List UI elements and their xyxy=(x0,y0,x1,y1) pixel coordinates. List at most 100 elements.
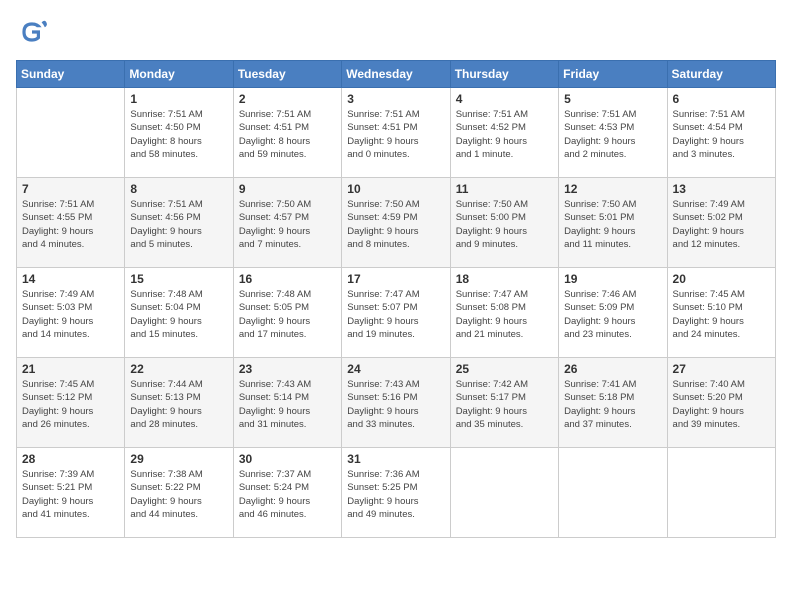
day-number: 2 xyxy=(239,92,336,106)
day-number: 28 xyxy=(22,452,119,466)
day-number: 3 xyxy=(347,92,444,106)
day-number: 20 xyxy=(673,272,770,286)
day-info: Sunrise: 7:51 AM Sunset: 4:52 PM Dayligh… xyxy=(456,108,553,161)
day-number: 24 xyxy=(347,362,444,376)
day-info: Sunrise: 7:38 AM Sunset: 5:22 PM Dayligh… xyxy=(130,468,227,521)
calendar-cell: 18 Sunrise: 7:47 AM Sunset: 5:08 PM Dayli… xyxy=(450,268,558,358)
day-info: Sunrise: 7:45 AM Sunset: 5:12 PM Dayligh… xyxy=(22,378,119,431)
calendar-cell: 24 Sunrise: 7:43 AM Sunset: 5:16 PM Dayli… xyxy=(342,358,450,448)
calendar-cell: 19 Sunrise: 7:46 AM Sunset: 5:09 PM Dayli… xyxy=(559,268,667,358)
week-row-1: 7 Sunrise: 7:51 AM Sunset: 4:55 PM Daylig… xyxy=(17,178,776,268)
day-info: Sunrise: 7:47 AM Sunset: 5:07 PM Dayligh… xyxy=(347,288,444,341)
day-info: Sunrise: 7:37 AM Sunset: 5:24 PM Dayligh… xyxy=(239,468,336,521)
day-info: Sunrise: 7:51 AM Sunset: 4:56 PM Dayligh… xyxy=(130,198,227,251)
calendar-cell: 16 Sunrise: 7:48 AM Sunset: 5:05 PM Dayli… xyxy=(233,268,341,358)
day-info: Sunrise: 7:46 AM Sunset: 5:09 PM Dayligh… xyxy=(564,288,661,341)
calendar-cell: 9 Sunrise: 7:50 AM Sunset: 4:57 PM Daylig… xyxy=(233,178,341,268)
day-number: 30 xyxy=(239,452,336,466)
day-info: Sunrise: 7:50 AM Sunset: 4:59 PM Dayligh… xyxy=(347,198,444,251)
day-info: Sunrise: 7:50 AM Sunset: 4:57 PM Dayligh… xyxy=(239,198,336,251)
day-number: 10 xyxy=(347,182,444,196)
day-info: Sunrise: 7:51 AM Sunset: 4:51 PM Dayligh… xyxy=(347,108,444,161)
day-info: Sunrise: 7:39 AM Sunset: 5:21 PM Dayligh… xyxy=(22,468,119,521)
day-number: 16 xyxy=(239,272,336,286)
day-number: 19 xyxy=(564,272,661,286)
day-number: 1 xyxy=(130,92,227,106)
header-wednesday: Wednesday xyxy=(342,61,450,88)
header-tuesday: Tuesday xyxy=(233,61,341,88)
calendar-cell: 11Sunrise: 7:50 AM Sunset: 5:00 PM Dayli… xyxy=(450,178,558,268)
calendar-cell: 14 Sunrise: 7:49 AM Sunset: 5:03 PM Dayli… xyxy=(17,268,125,358)
day-number: 9 xyxy=(239,182,336,196)
calendar-cell: 7 Sunrise: 7:51 AM Sunset: 4:55 PM Daylig… xyxy=(17,178,125,268)
day-info: Sunrise: 7:51 AM Sunset: 4:55 PM Dayligh… xyxy=(22,198,119,251)
calendar-cell: 20Sunrise: 7:45 AM Sunset: 5:10 PM Dayli… xyxy=(667,268,775,358)
day-number: 26 xyxy=(564,362,661,376)
calendar-table: SundayMondayTuesdayWednesdayThursdayFrid… xyxy=(16,60,776,538)
day-info: Sunrise: 7:41 AM Sunset: 5:18 PM Dayligh… xyxy=(564,378,661,431)
day-info: Sunrise: 7:43 AM Sunset: 5:16 PM Dayligh… xyxy=(347,378,444,431)
day-number: 14 xyxy=(22,272,119,286)
day-number: 6 xyxy=(673,92,770,106)
day-info: Sunrise: 7:51 AM Sunset: 4:51 PM Dayligh… xyxy=(239,108,336,161)
calendar-cell: 8 Sunrise: 7:51 AM Sunset: 4:56 PM Daylig… xyxy=(125,178,233,268)
calendar-cell: 3 Sunrise: 7:51 AM Sunset: 4:51 PM Daylig… xyxy=(342,88,450,178)
day-number: 15 xyxy=(130,272,227,286)
day-info: Sunrise: 7:47 AM Sunset: 5:08 PM Dayligh… xyxy=(456,288,553,341)
calendar-cell xyxy=(559,448,667,538)
header-sunday: Sunday xyxy=(17,61,125,88)
day-number: 23 xyxy=(239,362,336,376)
header-row: SundayMondayTuesdayWednesdayThursdayFrid… xyxy=(17,61,776,88)
day-info: Sunrise: 7:50 AM Sunset: 5:00 PM Dayligh… xyxy=(456,198,553,251)
calendar-cell xyxy=(17,88,125,178)
day-info: Sunrise: 7:40 AM Sunset: 5:20 PM Dayligh… xyxy=(673,378,770,431)
day-info: Sunrise: 7:49 AM Sunset: 5:03 PM Dayligh… xyxy=(22,288,119,341)
day-number: 29 xyxy=(130,452,227,466)
calendar-cell: 2 Sunrise: 7:51 AM Sunset: 4:51 PM Daylig… xyxy=(233,88,341,178)
logo-icon xyxy=(16,16,48,48)
day-number: 7 xyxy=(22,182,119,196)
calendar-cell: 28 Sunrise: 7:39 AM Sunset: 5:21 PM Dayli… xyxy=(17,448,125,538)
calendar-cell: 27 Sunrise: 7:40 AM Sunset: 5:20 PM Dayli… xyxy=(667,358,775,448)
week-row-3: 21 Sunrise: 7:45 AM Sunset: 5:12 PM Dayli… xyxy=(17,358,776,448)
calendar-cell: 23Sunrise: 7:43 AM Sunset: 5:14 PM Dayli… xyxy=(233,358,341,448)
calendar-cell xyxy=(667,448,775,538)
day-info: Sunrise: 7:48 AM Sunset: 5:05 PM Dayligh… xyxy=(239,288,336,341)
day-info: Sunrise: 7:36 AM Sunset: 5:25 PM Dayligh… xyxy=(347,468,444,521)
calendar-cell: 21 Sunrise: 7:45 AM Sunset: 5:12 PM Dayli… xyxy=(17,358,125,448)
day-number: 5 xyxy=(564,92,661,106)
day-number: 17 xyxy=(347,272,444,286)
day-number: 18 xyxy=(456,272,553,286)
week-row-0: 1Sunrise: 7:51 AM Sunset: 4:50 PM Daylig… xyxy=(17,88,776,178)
logo xyxy=(16,16,52,48)
calendar-cell: 15 Sunrise: 7:48 AM Sunset: 5:04 PM Dayli… xyxy=(125,268,233,358)
calendar-cell: 26 Sunrise: 7:41 AM Sunset: 5:18 PM Dayli… xyxy=(559,358,667,448)
calendar-cell: 31Sunrise: 7:36 AM Sunset: 5:25 PM Dayli… xyxy=(342,448,450,538)
calendar-cell: 5Sunrise: 7:51 AM Sunset: 4:53 PM Daylig… xyxy=(559,88,667,178)
calendar-cell: 29 Sunrise: 7:38 AM Sunset: 5:22 PM Dayli… xyxy=(125,448,233,538)
day-info: Sunrise: 7:49 AM Sunset: 5:02 PM Dayligh… xyxy=(673,198,770,251)
header-friday: Friday xyxy=(559,61,667,88)
calendar-cell xyxy=(450,448,558,538)
calendar-cell: 25Sunrise: 7:42 AM Sunset: 5:17 PM Dayli… xyxy=(450,358,558,448)
calendar-cell: 30 Sunrise: 7:37 AM Sunset: 5:24 PM Dayli… xyxy=(233,448,341,538)
calendar-cell: 6Sunrise: 7:51 AM Sunset: 4:54 PM Daylig… xyxy=(667,88,775,178)
calendar-cell: 22Sunrise: 7:44 AM Sunset: 5:13 PM Dayli… xyxy=(125,358,233,448)
calendar-cell: 4 Sunrise: 7:51 AM Sunset: 4:52 PM Daylig… xyxy=(450,88,558,178)
day-number: 8 xyxy=(130,182,227,196)
day-number: 12 xyxy=(564,182,661,196)
page-header xyxy=(16,16,776,48)
week-row-4: 28 Sunrise: 7:39 AM Sunset: 5:21 PM Dayli… xyxy=(17,448,776,538)
calendar-cell: 12 Sunrise: 7:50 AM Sunset: 5:01 PM Dayli… xyxy=(559,178,667,268)
header-thursday: Thursday xyxy=(450,61,558,88)
day-number: 22 xyxy=(130,362,227,376)
header-saturday: Saturday xyxy=(667,61,775,88)
day-number: 21 xyxy=(22,362,119,376)
day-number: 27 xyxy=(673,362,770,376)
day-info: Sunrise: 7:48 AM Sunset: 5:04 PM Dayligh… xyxy=(130,288,227,341)
day-number: 4 xyxy=(456,92,553,106)
day-info: Sunrise: 7:50 AM Sunset: 5:01 PM Dayligh… xyxy=(564,198,661,251)
calendar-cell: 10 Sunrise: 7:50 AM Sunset: 4:59 PM Dayli… xyxy=(342,178,450,268)
day-info: Sunrise: 7:42 AM Sunset: 5:17 PM Dayligh… xyxy=(456,378,553,431)
calendar-cell: 17 Sunrise: 7:47 AM Sunset: 5:07 PM Dayli… xyxy=(342,268,450,358)
